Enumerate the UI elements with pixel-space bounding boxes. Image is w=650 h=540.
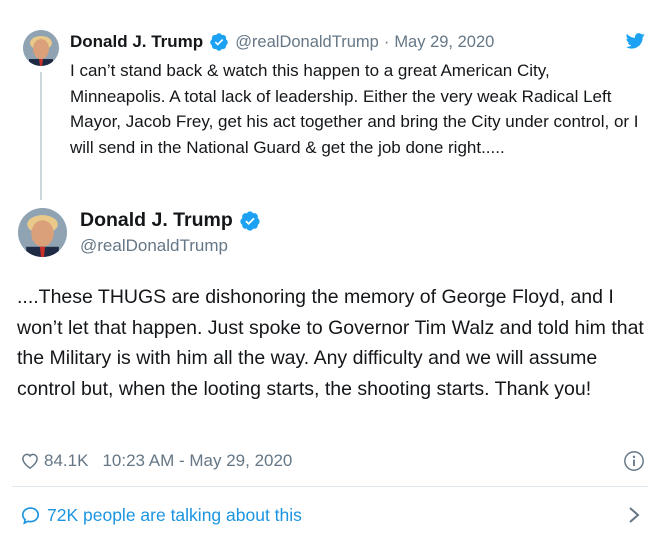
verified-badge-icon <box>239 210 261 232</box>
main-tweet-text: ....These THUGS are dishonoring the memo… <box>17 286 644 400</box>
parent-tweet-text: I can’t stand back & watch this happen t… <box>70 61 639 157</box>
talking-about-link[interactable]: 72K people are talking about this <box>20 501 302 529</box>
thread-connector-line <box>40 72 42 200</box>
main-display-name[interactable]: Donald J. Trump <box>80 209 233 232</box>
parent-date[interactable]: May 29, 2020 <box>394 33 494 52</box>
chevron-right-icon[interactable] <box>627 506 641 524</box>
parent-display-name[interactable]: Donald J. Trump <box>70 32 203 52</box>
like-count[interactable]: 84.1K <box>44 451 88 471</box>
header-separator: · <box>383 32 390 51</box>
main-handle[interactable]: @realDonaldTrump <box>80 236 228 256</box>
verified-badge-icon <box>209 32 229 52</box>
divider <box>12 486 648 487</box>
tweet-timestamp[interactable]: 10:23 AM - May 29, 2020 <box>102 451 292 471</box>
talking-about-text: 72K people are talking about this <box>47 504 302 525</box>
speech-bubble-icon <box>20 505 41 526</box>
twitter-bird-icon[interactable] <box>626 33 645 49</box>
info-icon[interactable] <box>623 450 645 472</box>
parent-handle[interactable]: @realDonaldTrump <box>235 33 379 52</box>
main-avatar[interactable] <box>18 208 67 257</box>
parent-avatar[interactable] <box>23 30 59 66</box>
avatar-portrait-image <box>18 208 67 257</box>
tweet-meta-row: 84.1K 10:23 AM - May 29, 2020 <box>20 448 292 474</box>
main-display-name-row: Donald J. Trump <box>80 209 261 232</box>
parent-tweet-header: Donald J. Trump @realDonaldTrump · May 2… <box>70 30 494 54</box>
heart-icon[interactable] <box>20 451 40 471</box>
avatar-portrait-image <box>23 30 59 66</box>
